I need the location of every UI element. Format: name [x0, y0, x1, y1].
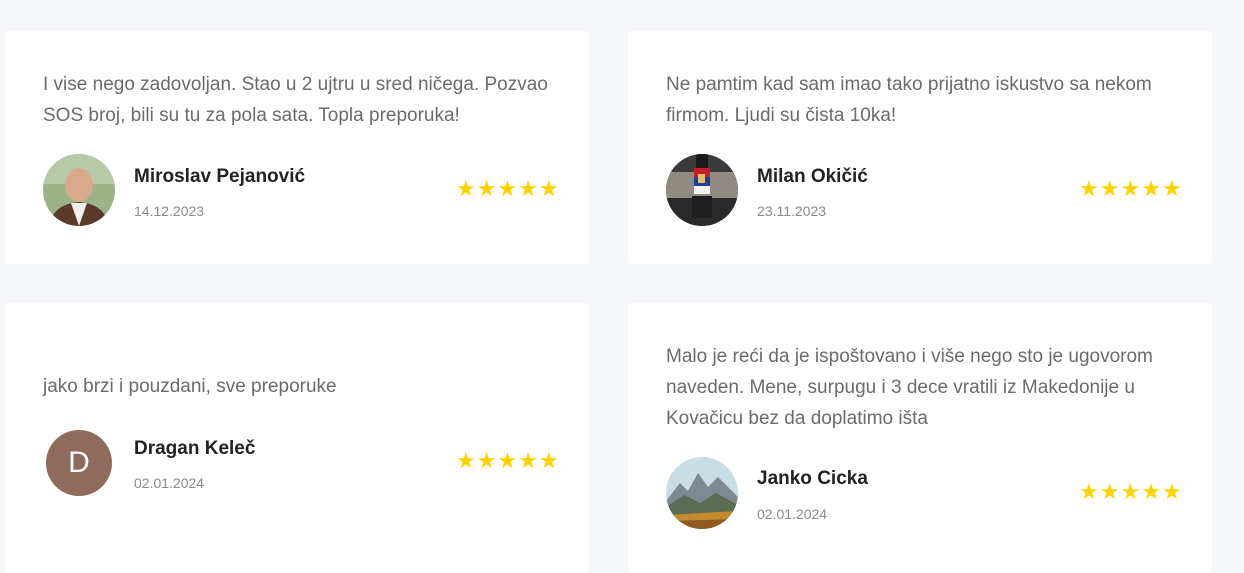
avatar: D: [43, 427, 115, 499]
star-rating: ★ ★ ★ ★ ★: [456, 179, 559, 201]
star-icon: ★: [1161, 177, 1182, 202]
review-text: Ne pamtim kad sam imao tako prijatno isk…: [666, 74, 1152, 126]
star-icon: ★: [1099, 480, 1120, 505]
review-date: 23.11.2023: [757, 203, 827, 219]
star-icon: ★: [497, 177, 518, 202]
star-icon: ★: [497, 449, 518, 474]
review-date: 02.01.2024: [134, 475, 205, 491]
star-icon: ★: [1079, 480, 1099, 505]
review-date: 02.01.2024: [757, 506, 828, 522]
reviewer-name: Miroslav Pejanović: [134, 166, 306, 187]
star-icon: ★: [1120, 177, 1141, 202]
review-card: Malo je reći da je ispoštovano i više ne…: [628, 303, 1212, 573]
avatar-photo: [43, 154, 115, 226]
star-icon: ★: [1079, 177, 1099, 202]
avatar-initial: D: [46, 430, 112, 496]
star-rating: ★ ★ ★ ★ ★: [1079, 179, 1182, 201]
star-icon: ★: [538, 449, 559, 474]
star-icon: ★: [1099, 177, 1120, 202]
star-icon: ★: [518, 449, 538, 474]
star-icon: ★: [456, 449, 476, 474]
star-icon: ★: [538, 177, 559, 202]
review-card: Ne pamtim kad sam imao tako prijatno isk…: [628, 31, 1212, 264]
review-text: jako brzi i pouzdani, sve preporuke: [43, 376, 337, 397]
star-icon: ★: [1120, 480, 1141, 505]
avatar: [666, 457, 738, 529]
avatar-photo: [666, 457, 738, 529]
reviewer-name: Dragan Keleč: [134, 438, 256, 459]
star-rating: ★ ★ ★ ★ ★: [456, 451, 559, 473]
star-icon: ★: [1141, 177, 1161, 202]
avatar: [666, 154, 738, 226]
avatar-photo: [666, 154, 738, 226]
star-icon: ★: [456, 177, 476, 202]
reviewer-name: Milan Okičić: [757, 166, 868, 187]
review-text: Malo je reći da je ispoštovano i više ne…: [666, 346, 1153, 429]
star-icon: ★: [1141, 480, 1161, 505]
review-card: I vise nego zadovoljan. Stao u 2 ujtru u…: [5, 31, 589, 264]
star-icon: ★: [476, 449, 497, 474]
star-rating: ★ ★ ★ ★ ★: [1079, 482, 1182, 504]
star-icon: ★: [476, 177, 497, 202]
review-text: I vise nego zadovoljan. Stao u 2 ujtru u…: [43, 74, 548, 126]
review-date: 14.12.2023: [134, 203, 205, 219]
review-card: jako brzi i pouzdani, sve preporuke D Dr…: [5, 303, 589, 573]
star-icon: ★: [1161, 480, 1182, 505]
star-icon: ★: [518, 177, 538, 202]
reviewer-name: Janko Cicka: [757, 468, 868, 489]
avatar: [43, 154, 115, 226]
